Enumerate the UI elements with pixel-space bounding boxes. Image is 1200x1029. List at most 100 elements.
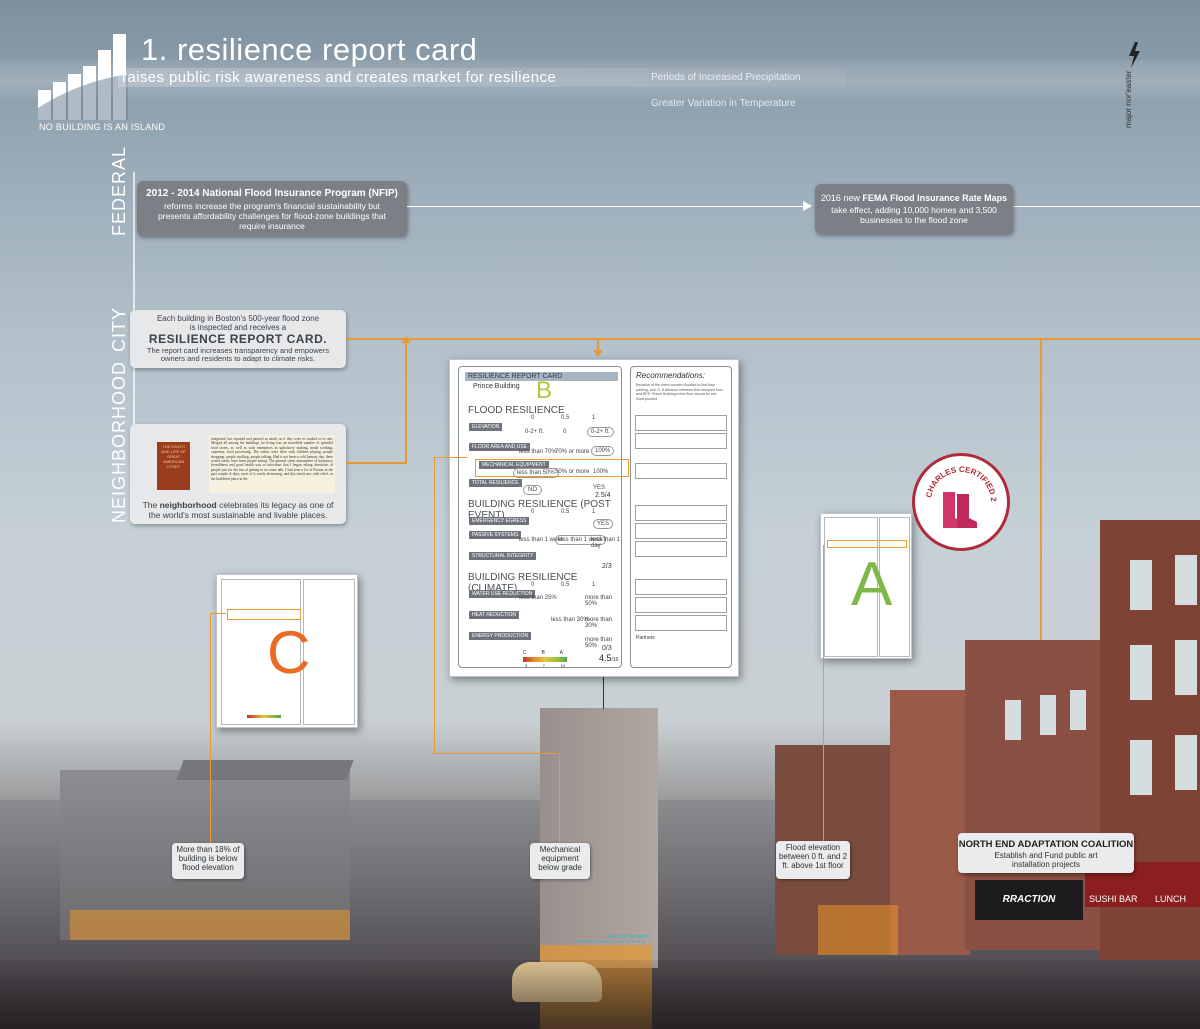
left-roof — [176, 760, 354, 780]
window — [1130, 645, 1152, 700]
building-name: Prince Building — [473, 383, 520, 390]
book-excerpt: integrated, but repaired and painted as … — [209, 435, 335, 493]
row-value: 100% — [591, 446, 615, 456]
section-flood: FLOOD RESILIENCE — [468, 405, 565, 416]
col-head-1: 1 — [592, 415, 596, 421]
mini-card-side — [303, 579, 355, 725]
down-arrow-icon — [593, 350, 603, 357]
nfip-body: reforms increase the program's financial… — [157, 201, 387, 231]
report-card-main: RESILIENCE REPORT CARD Prince Building B… — [458, 366, 629, 668]
score-total: 3 — [607, 645, 612, 652]
col-head-0: 0 — [531, 415, 535, 421]
row-tag: STRUCTURAL INTEGRITY — [469, 552, 537, 560]
col-head-05: 0.5 — [561, 415, 570, 421]
city-intro: Each building in Boston's 500-year flood… — [156, 314, 320, 332]
recommendations-text: Because of the direct concern flooded to… — [636, 383, 724, 401]
scale-number: 10 — [560, 663, 565, 668]
right-leader — [823, 545, 824, 845]
report-card: RESILIENCE REPORT CARD Prince Building B… — [449, 359, 739, 677]
row-label-city: CITY — [109, 306, 129, 352]
coalition-box: NORTH END ADAPTATION COALITION Establish… — [958, 833, 1134, 873]
mechanical-leader — [434, 457, 435, 753]
mechanical-leader — [434, 457, 467, 458]
row-label-federal: FEDERAL — [109, 145, 129, 236]
nfip-title: 2012 - 2014 National Flood Insurance Pro… — [146, 188, 398, 199]
coalition-title: NORTH END ADAPTATION COALITION — [958, 839, 1134, 850]
rec-line — [635, 505, 727, 521]
left-leader — [210, 613, 211, 843]
row-tag: ENERGY PRODUCTION — [469, 632, 532, 640]
street-foreground — [0, 960, 1200, 1029]
row-value: 0-2+ ft. — [525, 429, 544, 435]
callout-right: Flood elevation between 0 ft. and 2 ft. … — [776, 841, 850, 879]
logo-wave — [38, 74, 128, 120]
row-value: less than 50% — [513, 468, 559, 478]
scale-letters: CBA — [523, 650, 563, 656]
callout-left: More than 18% of building is below flood… — [172, 843, 244, 879]
lightning-icon — [1129, 42, 1140, 68]
right-flood-zone — [818, 905, 898, 955]
lunch-sign: LUNCH — [1155, 894, 1187, 904]
rec-line — [635, 579, 727, 595]
rec-line — [635, 541, 727, 557]
window — [1040, 695, 1056, 735]
row-value: less than 1 day — [591, 537, 621, 549]
window — [1005, 700, 1021, 740]
rec-line — [635, 597, 727, 613]
row-value: 0 — [563, 429, 567, 435]
book-title: THE DEATH AND LIFE OF GREAT AMERICAN CIT… — [161, 444, 186, 469]
flood-score: 2.5/4 — [595, 492, 611, 499]
city-headline: RESILIENCE REPORT CARD. — [148, 332, 328, 346]
score-value: 2 — [602, 563, 606, 570]
col-head-05: 0.5 — [561, 509, 570, 515]
coalition-body: Establish and Fund public art installati… — [994, 851, 1098, 869]
window — [1070, 690, 1086, 730]
scale-number: 7 — [542, 663, 545, 668]
charles-certified-seal: CHARLES CERTIFIED 2016 — [912, 453, 1010, 551]
grade-scale-bar — [523, 657, 567, 662]
page-title: 1. resilience report card — [141, 32, 478, 67]
nfip-box: 2012 - 2014 National Flood Insurance Pro… — [137, 181, 407, 236]
scale-numbers: 3 7 10 — [525, 663, 565, 668]
rec-line — [635, 415, 727, 431]
neighborhood-connector — [405, 343, 407, 464]
city-box: Each building in Boston's 500-year flood… — [130, 310, 346, 368]
row-value: 50% or more — [555, 469, 590, 475]
scale-letter: C — [523, 650, 527, 656]
timeline-line — [1012, 206, 1200, 207]
right-building-2 — [890, 690, 970, 955]
up-arrow-icon — [401, 336, 411, 343]
firm-body: take effect, adding 10,000 homes and 3,5… — [831, 205, 997, 225]
grade-c: C — [267, 619, 311, 686]
mechanical-leader — [434, 753, 559, 754]
row-value: YES — [593, 519, 614, 529]
event-label: major nor'easter — [1124, 70, 1133, 128]
scale-letter: A — [559, 650, 563, 656]
row-value: less than 30% — [551, 617, 589, 623]
col-head-1: 1 — [592, 582, 596, 588]
row-value: 0-2+ ft. — [587, 427, 614, 437]
row-value: 70% or more — [555, 449, 590, 455]
mechanical-leader — [559, 753, 560, 843]
score-total: 3 — [607, 563, 612, 570]
left-leader — [210, 613, 226, 614]
firm-prefix: 2016 new — [820, 193, 863, 203]
row-value: YES — [593, 485, 606, 491]
sushi-sign: SUSHI BAR — [1089, 894, 1138, 904]
precipitation-note: Periods of Increased Precipitation — [651, 72, 801, 83]
caption-pre: The — [142, 500, 160, 510]
rec-line — [635, 615, 727, 631]
report-card-c: C — [216, 574, 358, 728]
row-value: 100% — [593, 469, 609, 475]
row-value: more than 50% — [585, 595, 613, 607]
timeline-arrow-icon — [803, 201, 812, 211]
card-pointer — [603, 674, 604, 709]
window — [1175, 640, 1197, 695]
window — [1130, 740, 1152, 795]
logo-caption: NO BUILDING IS AN ISLAND — [39, 122, 166, 132]
window — [1175, 735, 1197, 790]
total-of: 10 — [612, 657, 619, 663]
row-value: NO — [523, 485, 542, 495]
poster: NO BUILDING IS AN ISLAND 1. resilience r… — [0, 0, 1200, 1029]
score-value: 0 — [602, 645, 606, 652]
